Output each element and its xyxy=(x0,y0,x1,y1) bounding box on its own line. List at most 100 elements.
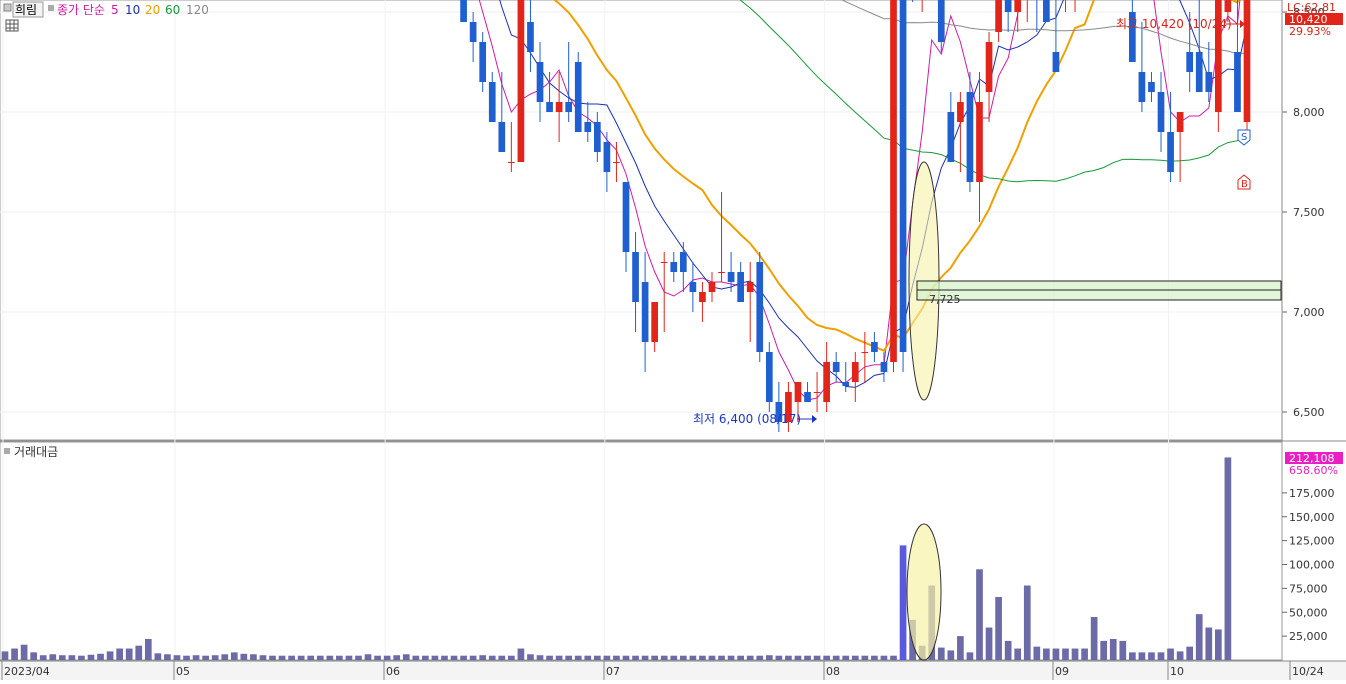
volume-bar[interactable] xyxy=(1129,652,1136,660)
volume-bar[interactable] xyxy=(574,655,582,660)
volume-bar[interactable] xyxy=(861,655,869,660)
volume-bar[interactable] xyxy=(555,655,563,660)
volume-bar[interactable] xyxy=(183,655,190,660)
volume-bar[interactable] xyxy=(154,653,162,660)
volume-bar[interactable] xyxy=(832,655,840,660)
volume-bar[interactable] xyxy=(1090,617,1098,660)
candle[interactable] xyxy=(1243,0,1251,132)
volume-bar[interactable] xyxy=(871,655,878,660)
volume-bar[interactable] xyxy=(202,655,209,660)
volume-bar[interactable] xyxy=(966,652,974,660)
volume-bar[interactable] xyxy=(536,655,544,660)
volume-bar[interactable] xyxy=(613,655,620,660)
volume-bar[interactable] xyxy=(546,655,553,660)
volume-bar[interactable] xyxy=(622,655,630,660)
volume-bar[interactable] xyxy=(326,655,334,660)
volume-bar[interactable] xyxy=(1157,652,1165,660)
volume-bar[interactable] xyxy=(259,655,267,660)
volume-bar[interactable] xyxy=(1100,640,1108,660)
volume-bar[interactable] xyxy=(985,627,993,660)
volume-bar[interactable] xyxy=(288,655,295,660)
volume-bar[interactable] xyxy=(565,655,573,660)
volume-bar[interactable] xyxy=(1071,648,1079,660)
candle[interactable] xyxy=(517,0,525,162)
volume-bar[interactable] xyxy=(1,651,9,660)
volume-bar[interactable] xyxy=(316,655,324,660)
volume-bar[interactable] xyxy=(106,651,114,660)
volume-bar[interactable] xyxy=(1081,648,1088,660)
volume-bar[interactable] xyxy=(1138,652,1146,660)
volume-bar[interactable] xyxy=(402,654,410,660)
candle[interactable] xyxy=(765,342,773,412)
volume-bar[interactable] xyxy=(813,655,821,660)
volume-bar[interactable] xyxy=(727,655,735,660)
volume-bar[interactable] xyxy=(1033,646,1041,660)
table-view-icon[interactable] xyxy=(5,19,19,32)
ma-period-120[interactable]: 120 xyxy=(186,3,209,17)
volume-bar[interactable] xyxy=(947,650,955,660)
volume-bar[interactable] xyxy=(1014,648,1022,660)
volume-bar[interactable] xyxy=(508,655,515,660)
volume-bar[interactable] xyxy=(1224,457,1232,660)
ma-period-20[interactable]: 20 xyxy=(145,3,160,17)
volume-bar[interactable] xyxy=(125,648,133,660)
volume-bar[interactable] xyxy=(584,655,592,660)
volume-bar[interactable] xyxy=(746,655,754,660)
volume-bar[interactable] xyxy=(1023,585,1031,660)
volume-bar[interactable] xyxy=(20,644,28,660)
volume-bar[interactable] xyxy=(670,655,678,660)
volume-bar[interactable] xyxy=(49,654,57,660)
ma-period-5[interactable]: 5 xyxy=(111,3,119,17)
volume-bar[interactable] xyxy=(689,655,697,660)
volume-bar[interactable] xyxy=(441,655,448,660)
volume-bar[interactable] xyxy=(1052,648,1060,660)
volume-bar[interactable] xyxy=(775,655,783,660)
volume-bar[interactable] xyxy=(641,655,649,660)
candle[interactable] xyxy=(1043,0,1050,22)
volume-bar[interactable] xyxy=(393,655,401,660)
volume-bar[interactable] xyxy=(39,655,47,660)
volume-bar[interactable] xyxy=(278,655,286,660)
volume-bar[interactable] xyxy=(1195,614,1203,660)
volume-bar[interactable] xyxy=(765,655,773,660)
volume-bar[interactable] xyxy=(460,655,467,660)
volume-bar[interactable] xyxy=(823,655,830,660)
volume-bar[interactable] xyxy=(144,638,152,660)
volume-bar[interactable] xyxy=(1109,638,1117,660)
volume-bar[interactable] xyxy=(660,655,668,660)
volume-bar[interactable] xyxy=(1148,652,1155,660)
volume-bar[interactable] xyxy=(412,655,420,660)
volume-bar[interactable] xyxy=(1043,648,1050,660)
volume-bar[interactable] xyxy=(679,655,687,660)
volume-bar[interactable] xyxy=(364,654,372,660)
ma-period-10[interactable]: 10 xyxy=(125,3,140,17)
candle[interactable] xyxy=(460,0,467,22)
volume-bar[interactable] xyxy=(450,655,458,660)
volume-bar[interactable] xyxy=(708,655,716,660)
volume-bar[interactable] xyxy=(976,569,983,660)
volume-bar[interactable] xyxy=(937,647,945,660)
volume-bar[interactable] xyxy=(880,655,888,660)
volume-bar[interactable] xyxy=(794,655,802,660)
volume-bar[interactable] xyxy=(890,655,897,660)
volume-panel-icon[interactable] xyxy=(4,448,10,454)
volume-bar[interactable] xyxy=(488,655,496,660)
volume-bar[interactable] xyxy=(422,655,429,660)
volume-bar[interactable] xyxy=(603,655,611,660)
volume-bar[interactable] xyxy=(842,655,850,660)
volume-bar[interactable] xyxy=(718,655,725,660)
volume-bar[interactable] xyxy=(1176,651,1184,660)
volume-bar[interactable] xyxy=(221,654,229,660)
volume-bar[interactable] xyxy=(957,636,964,660)
volume-bar[interactable] xyxy=(1167,648,1174,660)
volume-bar[interactable] xyxy=(240,653,248,660)
volume-bar[interactable] xyxy=(632,655,639,660)
volume-bar[interactable] xyxy=(479,655,487,660)
volume-bar[interactable] xyxy=(230,652,238,660)
volume-bar[interactable] xyxy=(11,648,18,660)
volume-bar[interactable] xyxy=(164,654,171,660)
volume-bar[interactable] xyxy=(737,655,744,660)
volume-bar[interactable] xyxy=(804,655,811,660)
candle[interactable] xyxy=(574,52,582,132)
volume-bar[interactable] xyxy=(355,655,362,660)
